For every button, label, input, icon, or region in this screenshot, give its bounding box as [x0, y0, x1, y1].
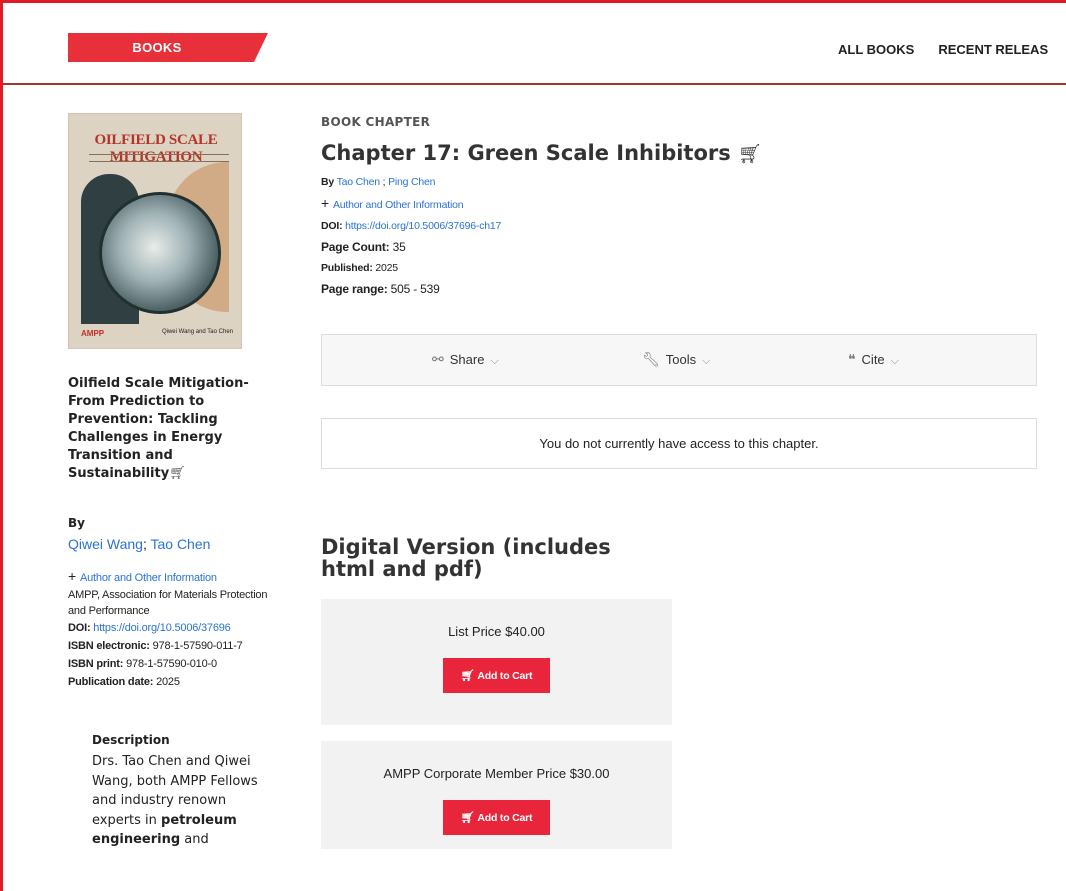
description-heading: Description	[92, 733, 170, 747]
content-type-label: BOOK CHAPTER	[321, 115, 431, 129]
chapter-title: Chapter 17: Green Scale Inhibitors 🛒︎	[321, 141, 762, 165]
isbn-print-label: ISBN print:	[68, 658, 124, 670]
share-dropdown[interactable]: ⚯ Share ⌵	[432, 351, 499, 368]
cart-icon: 🛒︎	[460, 670, 475, 682]
price-label: AMPP Corporate Member Price $30.00	[383, 766, 610, 781]
isbn-print-value: 978-1-57590-010-0	[126, 658, 217, 670]
quote-icon: ❝	[848, 351, 856, 367]
author-link[interactable]: Ping Chen	[388, 176, 435, 188]
book-doi-link[interactable]: https://doi.org/10.5006/37696	[93, 622, 231, 634]
nav-recent-releases[interactable]: RECENT RELEAS	[938, 42, 1048, 57]
access-message: You do not currently have access to this…	[321, 418, 1037, 469]
chapter-doi-link[interactable]: https://doi.org/10.5006/37696-ch17	[345, 220, 501, 232]
price-label: List Price $40.00	[448, 624, 545, 639]
author-separator: ;	[142, 536, 147, 552]
share-label: Share	[449, 352, 485, 367]
cover-authors: Qiwei Wang and Tao Chen	[161, 329, 233, 335]
author-link[interactable]: Tao Chen	[337, 176, 381, 188]
book-cover-image[interactable]: OILFIELD SCALE MITIGATION AMPP Qiwei Wan…	[68, 113, 242, 349]
chapter-by-label: By	[321, 176, 335, 188]
cite-dropdown[interactable]: ❝ Cite ⌵	[848, 351, 899, 368]
expand-plus-icon[interactable]: +	[321, 195, 329, 211]
cart-icon: 🛒︎	[460, 812, 475, 824]
price-option-member: AMPP Corporate Member Price $30.00 🛒︎ Add…	[321, 741, 672, 849]
add-to-cart-button[interactable]: 🛒︎ Add to Cart	[443, 658, 550, 693]
chapter-author-info-link[interactable]: Author and Other Information	[333, 199, 464, 211]
cover-art-circle	[99, 192, 221, 314]
page-count-value: 35	[392, 240, 406, 254]
price-option-list: List Price $40.00 🛒︎ Add to Cart	[321, 599, 672, 725]
books-section-tab[interactable]: BOOKS	[68, 33, 268, 62]
author-link[interactable]: Qiwei Wang	[68, 536, 143, 552]
chapter-metadata: By Tao Chen ; Ping Chen + Author and Othe…	[321, 172, 721, 300]
publication-date-label: Publication date:	[68, 676, 154, 688]
add-to-cart-label: Add to Cart	[477, 669, 533, 682]
chapter-doi-label: DOI:	[321, 220, 343, 232]
published-value: 2025	[375, 262, 398, 274]
description-text: Drs. Tao Chen and Qiwei Wang, both AMPP …	[92, 752, 264, 850]
top-navigation: ALL BOOKS RECENT RELEAS	[838, 42, 1066, 57]
cite-label: Cite	[861, 352, 885, 367]
book-publisher: AMPP, Association for Materials Protecti…	[68, 589, 268, 617]
chapter-title-text: Chapter 17: Green Scale Inhibitors	[321, 141, 731, 165]
site-header: BOOKS ALL BOOKS RECENT RELEAS	[3, 3, 1066, 85]
cover-publisher-logo: AMPP	[81, 329, 105, 338]
book-title[interactable]: Oilfield Scale Mitigation-From Predictio…	[68, 375, 278, 483]
published-label: Published:	[321, 262, 373, 274]
nav-all-books[interactable]: ALL BOOKS	[838, 42, 914, 57]
cover-subtitle-lines	[89, 154, 229, 162]
book-metadata: + Author and Other Information AMPP, Asso…	[68, 567, 278, 691]
author-link[interactable]: Tao Chen	[150, 536, 210, 552]
isbn-electronic-label: ISBN electronic:	[68, 640, 150, 652]
expand-plus-icon[interactable]: +	[68, 568, 76, 584]
page-range-label: Page range:	[321, 282, 388, 296]
page-count-label: Page Count:	[321, 240, 390, 254]
article-toolbar: ⚯ Share ⌵ 🔧︎ Tools ⌵ ❝ Cite ⌵	[321, 334, 1037, 386]
page-range-value: 505 - 539	[390, 282, 440, 296]
author-separator: ;	[382, 176, 386, 188]
doi-label: DOI:	[68, 622, 91, 634]
cart-icon[interactable]: 🛒︎	[169, 466, 186, 481]
tools-label: Tools	[665, 352, 697, 367]
tools-dropdown[interactable]: 🔧︎ Tools ⌵	[642, 351, 710, 368]
cart-icon[interactable]: 🛒︎	[738, 143, 762, 165]
publication-date-value: 2025	[156, 676, 180, 688]
description-text-part: and	[180, 832, 209, 847]
wrench-icon: 🔧︎	[642, 351, 660, 367]
book-authors: Qiwei Wang; Tao Chen	[68, 536, 210, 552]
isbn-electronic-value: 978-1-57590-011-7	[152, 640, 243, 652]
purchase-heading: Digital Version (includes html and pdf)	[321, 535, 611, 581]
chevron-down-icon: ⌵	[702, 355, 711, 367]
book-by-label: By	[68, 516, 85, 530]
add-to-cart-button[interactable]: 🛒︎ Add to Cart	[443, 800, 550, 835]
add-to-cart-label: Add to Cart	[477, 811, 533, 824]
book-author-info-link[interactable]: Author and Other Information	[80, 572, 217, 584]
share-icon: ⚯	[432, 351, 444, 367]
book-title-text[interactable]: Oilfield Scale Mitigation-From Predictio…	[68, 376, 249, 481]
chevron-down-icon: ⌵	[490, 355, 499, 367]
chevron-down-icon: ⌵	[890, 355, 900, 367]
